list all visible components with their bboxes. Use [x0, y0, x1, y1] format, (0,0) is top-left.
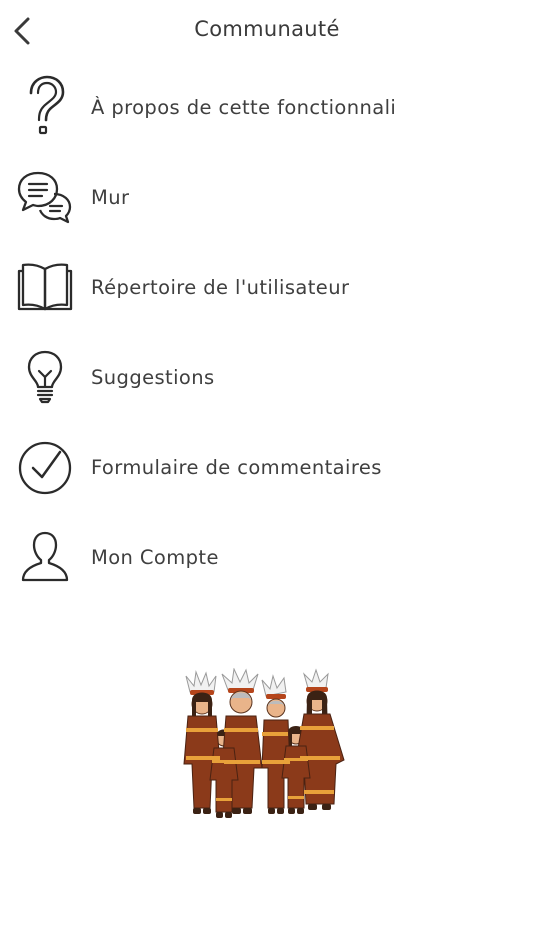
menu-item-label: Mon Compte — [91, 545, 219, 569]
menu-item-feedback-form[interactable]: Formulaire de commentaires — [0, 422, 534, 512]
menu-item-label: Formulaire de commentaires — [91, 455, 382, 479]
menu-item-label: Mur — [91, 185, 130, 209]
header-bar: Communauté — [0, 0, 534, 62]
menu-item-label: Suggestions — [91, 365, 215, 389]
community-menu: À propos de cette fonctionnali Mur Réper… — [0, 62, 534, 602]
menu-item-wall[interactable]: Mur — [0, 152, 534, 242]
menu-item-label: À propos de cette fonctionnali — [91, 95, 397, 119]
menu-item-my-account[interactable]: Mon Compte — [0, 512, 534, 602]
family-illustration — [176, 668, 360, 824]
menu-item-suggestions[interactable]: Suggestions — [0, 332, 534, 422]
menu-item-label: Répertoire de l'utilisateur — [91, 275, 350, 299]
question-mark-icon — [15, 75, 75, 139]
menu-item-about[interactable]: À propos de cette fonctionnali — [0, 62, 534, 152]
page-title: Communauté — [194, 17, 340, 41]
chat-bubbles-icon — [15, 165, 75, 229]
open-book-icon — [15, 255, 75, 319]
menu-item-user-directory[interactable]: Répertoire de l'utilisateur — [0, 242, 534, 332]
user-icon — [15, 525, 75, 589]
lightbulb-icon — [15, 345, 75, 409]
check-circle-icon — [15, 435, 75, 499]
